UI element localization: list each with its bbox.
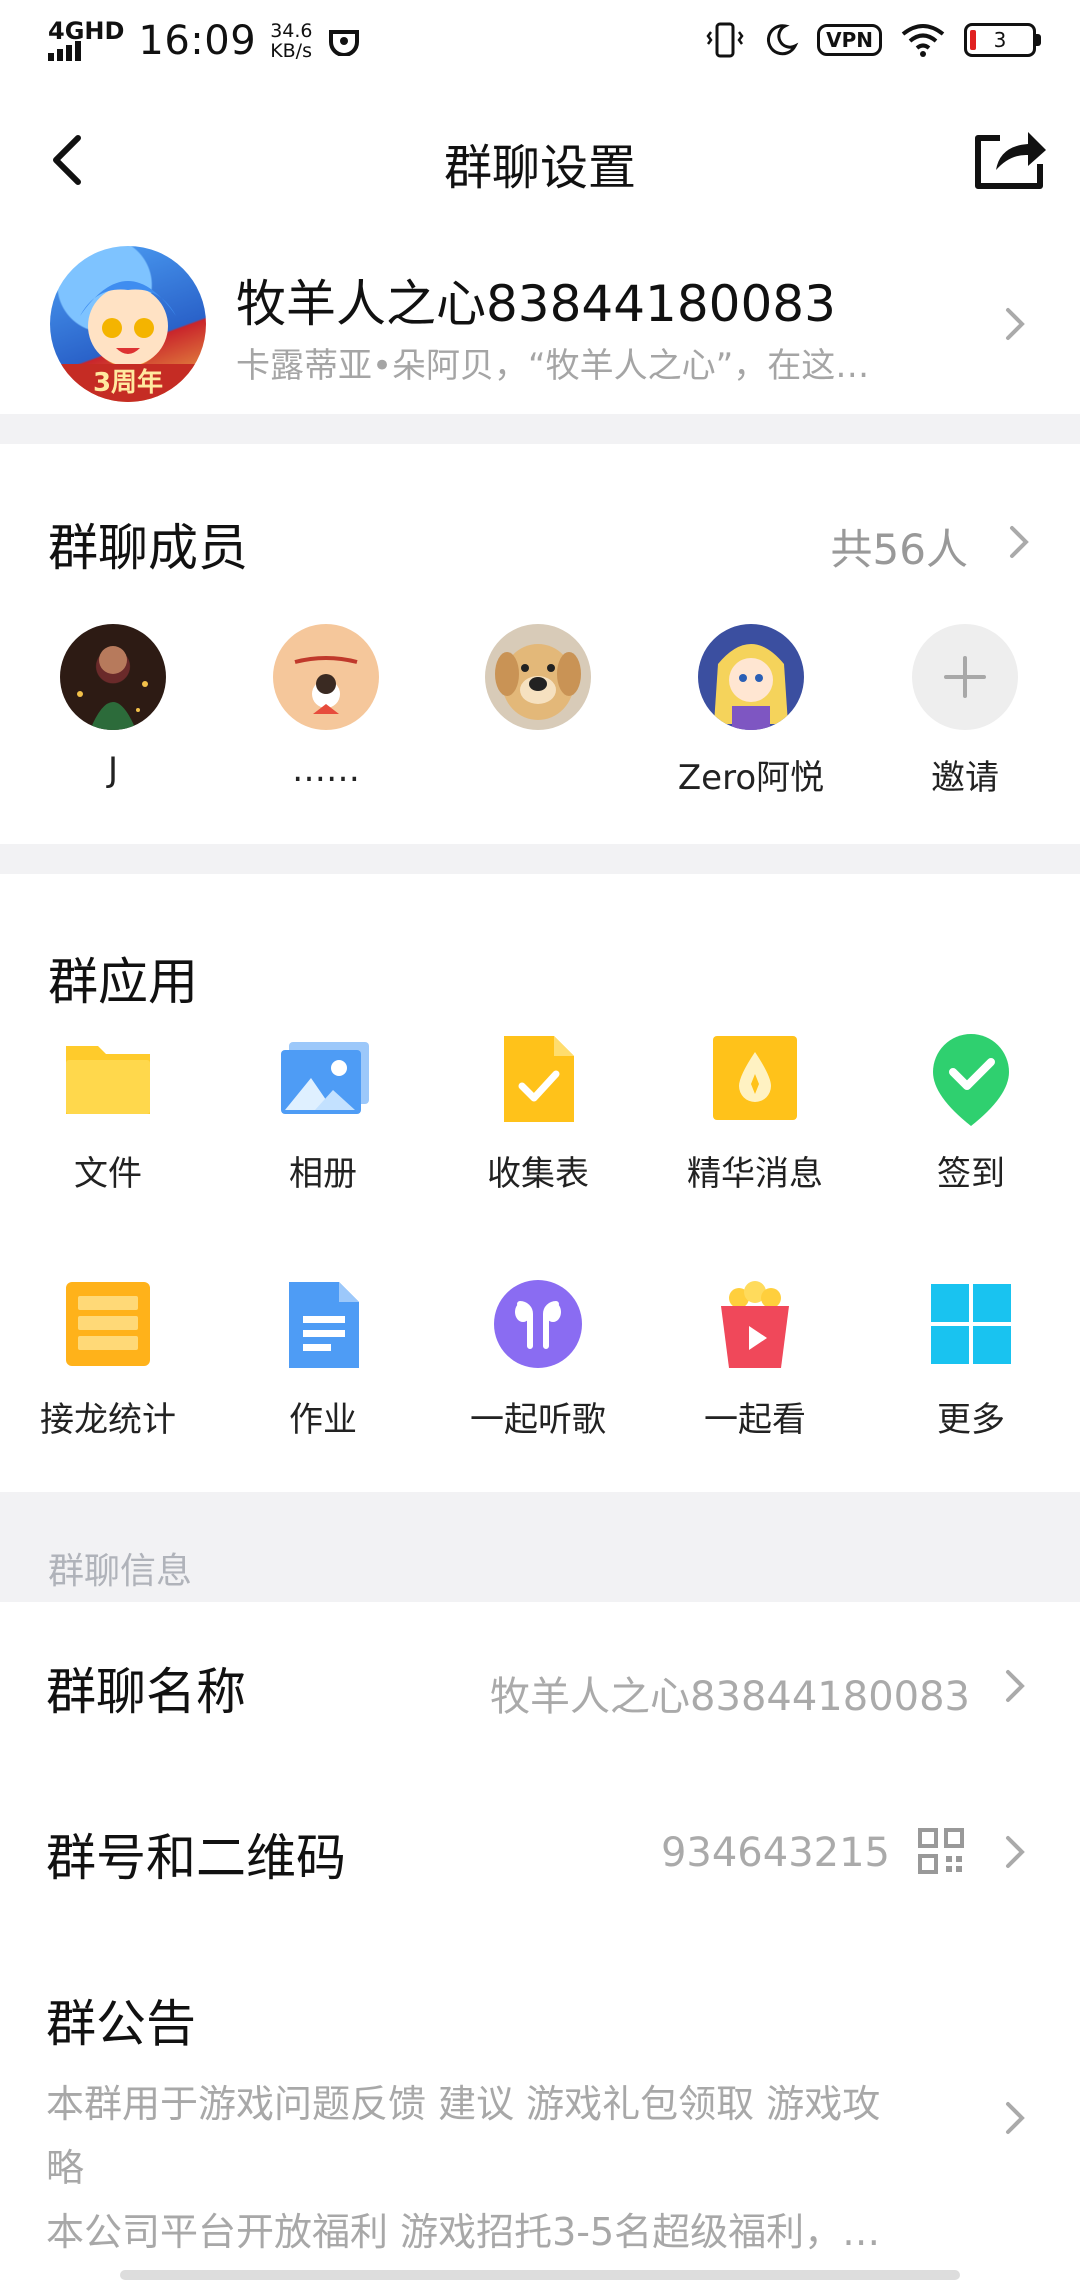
avatar	[60, 624, 166, 730]
check-in-icon	[923, 1030, 1019, 1126]
wifi-icon	[901, 24, 945, 57]
member-photo	[294, 656, 358, 714]
avatar	[485, 624, 591, 730]
app-more[interactable]: 更多	[866, 1276, 1076, 1441]
form-icon	[490, 1030, 586, 1126]
member-item[interactable]: ……	[251, 624, 401, 790]
network-speed: 34.6 KB/s	[270, 20, 313, 62]
app-files[interactable]: 文件	[3, 1030, 213, 1195]
puppy-photo	[495, 644, 581, 720]
member-photo	[714, 644, 788, 730]
vpn-badge: VPN	[817, 24, 882, 56]
app-listen-together[interactable]: 一起听歌	[433, 1276, 643, 1441]
plus-icon	[944, 656, 986, 698]
photo-album-icon	[275, 1030, 371, 1126]
member-count[interactable]: 共56人	[831, 516, 968, 577]
chevron-right-icon	[1006, 1670, 1025, 1702]
group-notice-label: 群公告	[46, 1995, 196, 2053]
app-label: 文件	[74, 1154, 142, 1194]
home-indicator	[120, 2270, 960, 2280]
app-check-in[interactable]: 签到	[866, 1030, 1076, 1195]
member-name: J	[107, 750, 119, 790]
solitaire-icon	[60, 1276, 156, 1372]
group-number-label: 群号和二维码	[46, 1829, 346, 1887]
notification-app-icon	[328, 30, 359, 56]
share-icon	[975, 132, 1046, 189]
member-name: Zero阿悦	[677, 758, 825, 798]
page-title: 群聊设置	[443, 140, 636, 196]
signal-icon: 4GHD	[48, 17, 125, 61]
info-section-header: 群聊信息	[0, 1492, 1080, 1602]
member-photo	[77, 646, 148, 730]
signal-bars-icon	[48, 41, 81, 61]
app-label: 一起看	[704, 1400, 806, 1440]
vibrate-icon	[706, 22, 744, 58]
group-name-value: 牧羊人之心83844180083	[490, 1674, 970, 1720]
app-solitaire-stats[interactable]: 接龙统计	[3, 1276, 213, 1441]
apps-title: 群应用	[48, 953, 198, 1011]
member-name: ……	[292, 750, 360, 790]
section-divider	[0, 414, 1080, 444]
earphones-icon	[490, 1276, 586, 1372]
avatar	[698, 624, 804, 730]
moon-icon	[767, 24, 799, 56]
group-notice-content: 本群用于游戏问题反馈 建议 游戏礼包领取 游戏攻 略 本公司平台开放福利 游戏招…	[46, 2082, 881, 2254]
app-label: 签到	[937, 1154, 1005, 1194]
battery-indicator: 3	[964, 23, 1041, 57]
group-avatar: 3周年	[50, 246, 206, 402]
folder-icon	[60, 1030, 156, 1126]
info-section-title: 群聊信息	[48, 1551, 193, 1592]
chevron-right-icon[interactable]	[1004, 522, 1034, 562]
member-item[interactable]	[463, 624, 613, 750]
app-label: 精华消息	[687, 1154, 823, 1194]
qr-code-icon[interactable]	[918, 1828, 964, 1874]
group-number-value: 934643215	[660, 1830, 890, 1876]
invite-label: 邀请	[931, 758, 999, 798]
avatar	[273, 624, 379, 730]
app-label: 更多	[937, 1400, 1005, 1440]
app-label: 一起听歌	[470, 1400, 606, 1440]
add-member-circle	[912, 624, 1018, 730]
member-item[interactable]: J	[38, 624, 188, 790]
invite-button[interactable]: 邀请	[890, 624, 1040, 799]
app-label: 相册	[289, 1154, 357, 1194]
app-label: 作业	[289, 1400, 357, 1440]
app-label: 接龙统计	[40, 1400, 176, 1440]
essence-icon	[707, 1030, 803, 1126]
grid-more-icon	[923, 1276, 1019, 1372]
clock: 16:09	[138, 18, 257, 64]
homework-icon	[275, 1276, 371, 1372]
app-homework[interactable]: 作业	[218, 1276, 428, 1441]
member-item[interactable]: Zero阿悦	[676, 624, 826, 799]
app-essence-messages[interactable]: 精华消息	[650, 1030, 860, 1195]
members-title: 群聊成员	[48, 519, 248, 577]
popcorn-video-icon	[707, 1276, 803, 1372]
section-divider	[0, 844, 1080, 874]
app-watch-together[interactable]: 一起看	[650, 1276, 860, 1441]
share-button[interactable]	[970, 124, 1050, 194]
chevron-right-icon	[1006, 1836, 1025, 1868]
network-type: 4GHD	[48, 17, 125, 45]
group-name-label: 群聊名称	[46, 1663, 246, 1721]
chevron-right-icon	[1006, 2102, 1025, 2134]
chevron-right-icon	[1006, 308, 1025, 340]
app-label: 收集表	[487, 1154, 589, 1194]
app-collection-form[interactable]: 收集表	[433, 1030, 643, 1195]
status-bar: 4GHD 16:09 34.6 KB/s VPN 3	[0, 0, 1080, 80]
app-album[interactable]: 相册	[218, 1030, 428, 1195]
group-description: 卡露蒂亚•朵阿贝，“牧羊人之心”，在这…	[236, 346, 870, 386]
group-name: 牧羊人之心83844180083	[236, 275, 836, 333]
anniversary-badge: 3周年	[50, 364, 206, 402]
